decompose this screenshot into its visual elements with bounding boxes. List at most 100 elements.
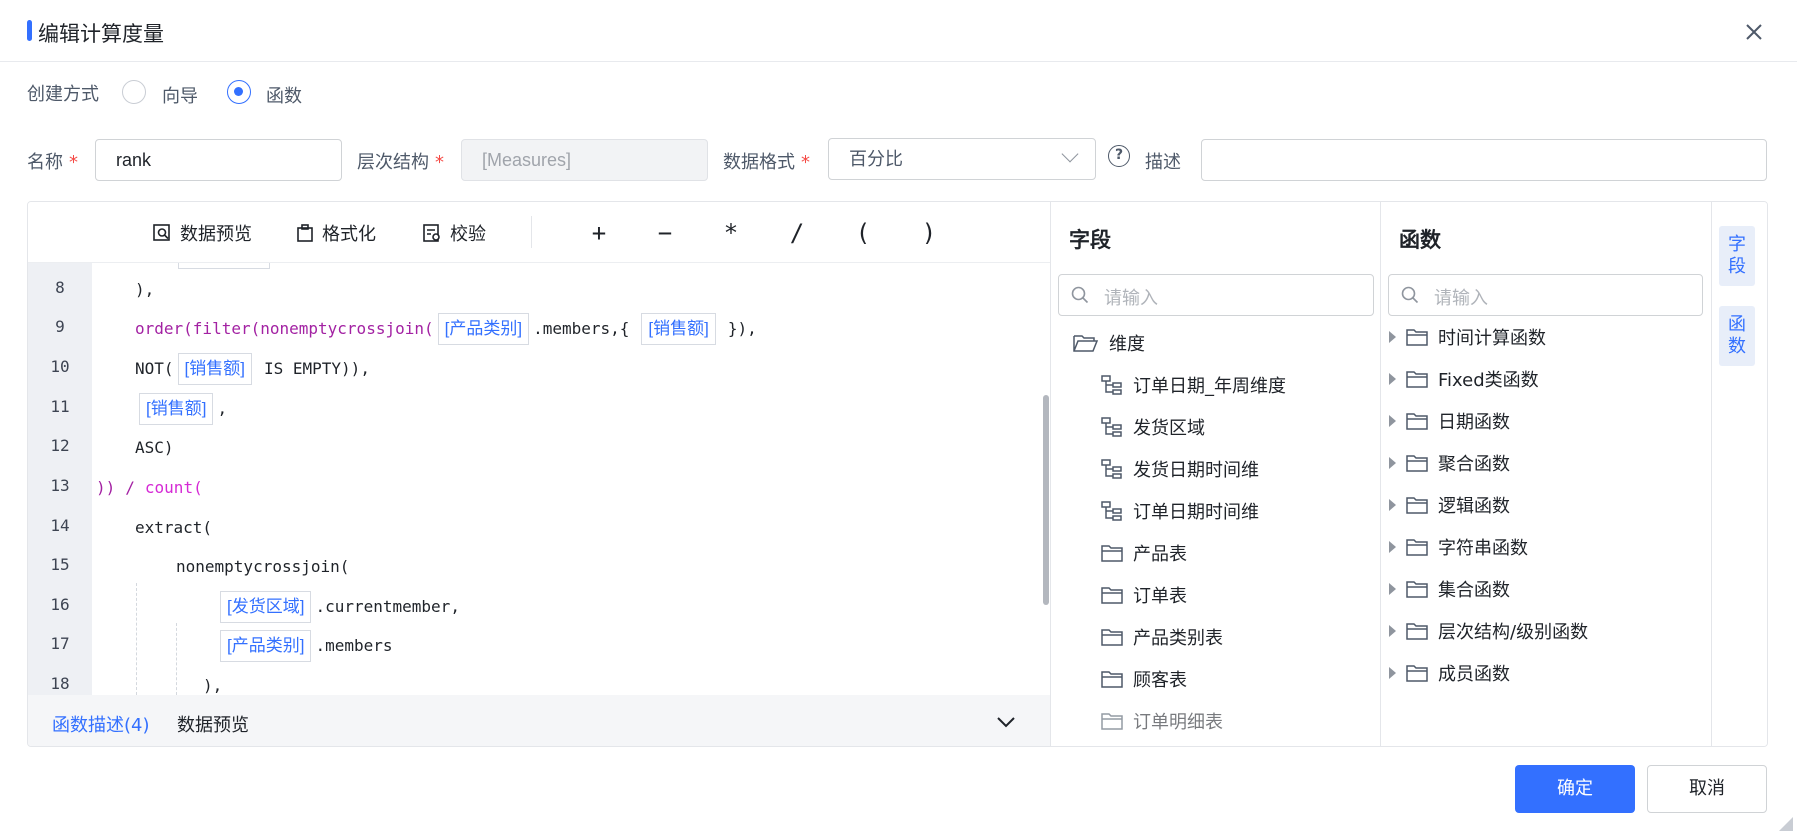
help-icon[interactable]: ?: [1108, 145, 1130, 167]
line-number: 10: [50, 357, 70, 376]
tree-item-label: 维度: [1109, 334, 1145, 355]
folder-icon: [1406, 623, 1428, 640]
data-format-select[interactable]: 百分比: [828, 138, 1096, 180]
field-chip[interactable]: [产品类别]: [220, 630, 312, 662]
function-category[interactable]: Fixed类函数: [1389, 362, 1539, 396]
field-chip[interactable]: [产品类别]: [437, 313, 530, 345]
side-tab-fields[interactable]: 字段: [1719, 226, 1755, 286]
field-chip[interactable]: [发货区域]: [220, 591, 312, 623]
tree-item-folder[interactable]: 产品表: [1101, 536, 1187, 570]
function-category[interactable]: 字符串函数: [1389, 530, 1528, 564]
line-number: 16: [50, 595, 70, 614]
op-minus-button[interactable]: −: [649, 216, 681, 250]
radio-function[interactable]: [227, 80, 251, 104]
functions-pane: 函数 请输入 时间计算函数 Fixed类函数 日期函数 聚合函数 逻辑函数 字符…: [1380, 202, 1711, 746]
chip-fragment: [178, 263, 270, 269]
caret-right-icon: [1389, 331, 1396, 343]
tab-function-description[interactable]: 函数描述(4): [52, 711, 150, 737]
tree-item-field[interactable]: 订单日期时间维: [1101, 494, 1259, 528]
op-plus-button[interactable]: +: [583, 216, 615, 250]
tree-item-label: 顾客表: [1133, 670, 1187, 691]
op-multiply-button[interactable]: *: [715, 216, 747, 250]
confirm-button[interactable]: 确定: [1515, 765, 1635, 813]
line-number: 8: [55, 278, 65, 297]
data-format-label: 数据格式 *: [723, 152, 810, 173]
folder-icon: [1101, 587, 1123, 604]
close-icon[interactable]: [1742, 20, 1766, 44]
line-number: 15: [50, 555, 70, 574]
functions-title: 函数: [1399, 228, 1441, 252]
field-chip[interactable]: [销售额]: [641, 313, 716, 345]
folder-icon: [1101, 671, 1123, 688]
code-line-11: [销售额],: [135, 393, 227, 425]
function-category[interactable]: 集合函数: [1389, 572, 1510, 606]
chevron-down-icon[interactable]: [995, 711, 1017, 733]
editor-toolbar: 数据预览 格式化 校验 + − * / ( ): [28, 202, 1050, 263]
function-category-label: 时间计算函数: [1438, 328, 1546, 349]
radio-function-label[interactable]: 函数: [266, 82, 302, 108]
indent-guide: [176, 623, 177, 695]
tree-item-folder[interactable]: 产品类别表: [1101, 620, 1223, 654]
indent-guide: [136, 583, 137, 695]
function-category[interactable]: 层次结构/级别函数: [1389, 614, 1588, 648]
field-chip[interactable]: [销售额]: [177, 353, 252, 385]
function-category[interactable]: 日期函数: [1389, 404, 1510, 438]
folder-icon: [1406, 455, 1428, 472]
op-rparen-button[interactable]: ): [913, 216, 945, 250]
folder-icon: [1406, 665, 1428, 682]
tree-item-folder[interactable]: 订单明细表: [1101, 712, 1223, 738]
caret-right-icon: [1389, 667, 1396, 679]
function-category[interactable]: 成员函数: [1389, 656, 1510, 690]
side-tab-functions[interactable]: 函数: [1719, 306, 1755, 366]
code-line-17: [产品类别] .members: [216, 630, 393, 662]
function-category[interactable]: 时间计算函数: [1389, 320, 1546, 354]
name-input[interactable]: rank: [95, 139, 342, 181]
tree-item-field[interactable]: 订单日期_年周维度: [1101, 368, 1286, 402]
code-line-12: ASC): [135, 434, 174, 462]
radio-wizard[interactable]: [122, 80, 146, 104]
op-lparen-button[interactable]: (: [847, 216, 879, 250]
code-line-16: [发货区域] .currentmember,: [216, 591, 460, 623]
folder-icon: [1406, 329, 1428, 346]
format-button[interactable]: 格式化: [296, 218, 376, 248]
radio-wizard-label[interactable]: 向导: [162, 82, 198, 108]
code-token: }),: [727, 319, 757, 338]
search-icon: [1401, 286, 1419, 304]
function-category[interactable]: 逻辑函数: [1389, 488, 1510, 522]
op-divide-button[interactable]: /: [781, 216, 813, 250]
fields-search-placeholder: 请输入: [1104, 288, 1158, 309]
caret-right-icon: [1389, 415, 1396, 427]
field-chip[interactable]: [销售额]: [139, 393, 214, 425]
title-accent-bar: [27, 20, 32, 41]
resize-grip-icon[interactable]: [1778, 816, 1794, 832]
tab-data-preview[interactable]: 数据预览: [177, 711, 249, 737]
fields-pane: 字段 请输入 维度 订单日期_年周维度 发货区域 发货日期时间维 订单日期时间维…: [1050, 202, 1380, 746]
preview-button[interactable]: 数据预览: [152, 218, 252, 248]
functions-search-input[interactable]: 请输入: [1388, 274, 1703, 316]
caret-right-icon: [1389, 457, 1396, 469]
code-token: /: [125, 478, 135, 497]
tree-item-folder[interactable]: 订单表: [1101, 578, 1187, 612]
tree-item-folder[interactable]: 顾客表: [1101, 662, 1187, 696]
cancel-button[interactable]: 取消: [1647, 765, 1767, 813]
code-token: ASC): [135, 438, 174, 457]
tree-clip: 订单明细表: [1051, 712, 1380, 746]
validate-button[interactable]: 校验: [422, 218, 486, 248]
tree-item-field[interactable]: 发货区域: [1101, 410, 1205, 444]
tree-item-dimension[interactable]: 维度: [1073, 326, 1145, 360]
name-label: 名称 *: [27, 152, 78, 173]
fields-search-input[interactable]: 请输入: [1058, 274, 1374, 316]
description-label: 描述: [1145, 152, 1181, 173]
side-tab-strip: 字段 函数: [1711, 202, 1767, 746]
description-input[interactable]: [1201, 139, 1767, 181]
editor-scrollbar[interactable]: [1043, 395, 1049, 605]
tree-item-field[interactable]: 发货日期时间维: [1101, 452, 1259, 486]
code-editor[interactable]: 8 9 10 11 12 13 14 15 16 17 18 ), order(…: [28, 263, 1050, 695]
folder-icon: [1406, 497, 1428, 514]
folder-icon: [1101, 545, 1123, 562]
code-token: count(: [144, 478, 203, 497]
validate-label: 校验: [450, 224, 486, 245]
tree-item-label: 订单明细表: [1133, 712, 1223, 733]
function-category[interactable]: 聚合函数: [1389, 446, 1510, 480]
data-format-value: 百分比: [849, 149, 903, 169]
